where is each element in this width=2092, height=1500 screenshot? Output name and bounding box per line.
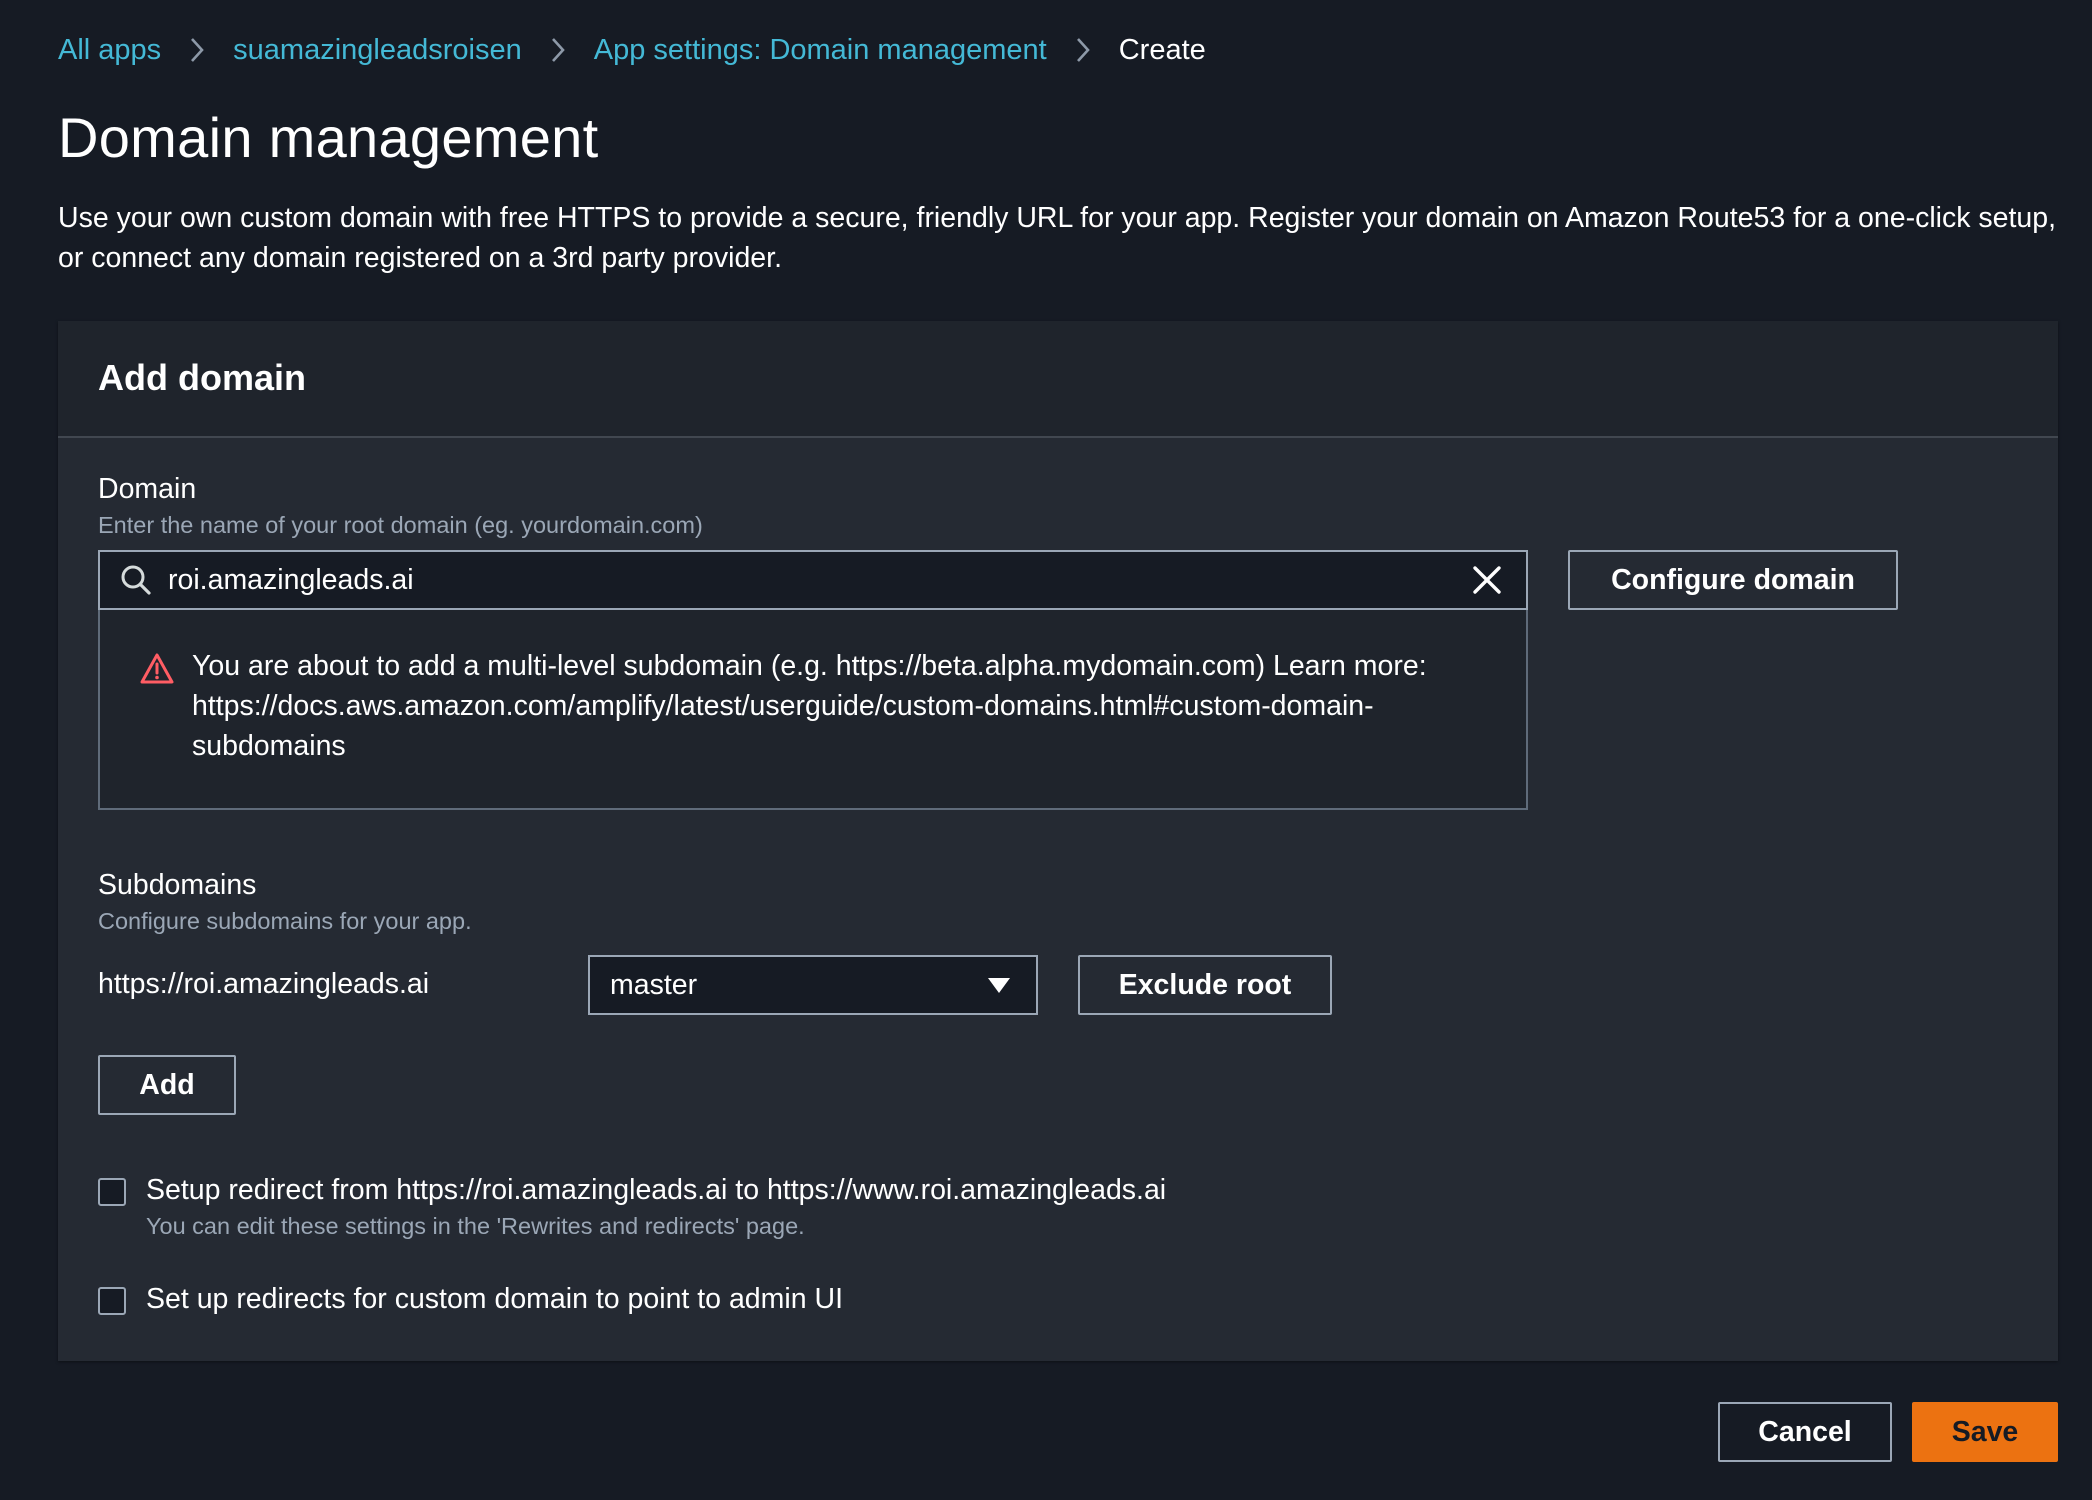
panel-title: Add domain <box>98 357 306 398</box>
subdomain-warning: You are about to add a multi-level subdo… <box>98 610 1528 810</box>
branch-select[interactable]: master <box>588 955 1038 1015</box>
redirect-checkbox[interactable] <box>98 1178 126 1206</box>
close-icon[interactable] <box>1470 563 1504 597</box>
caret-down-icon <box>986 975 1012 995</box>
redirect-label: Setup redirect from https://roi.amazingl… <box>146 1174 1167 1206</box>
breadcrumb-all-apps[interactable]: All apps <box>58 34 161 67</box>
domain-hint: Enter the name of your root domain (eg. … <box>98 512 703 538</box>
page-title: Domain management <box>58 106 599 169</box>
chevron-right-icon <box>522 36 594 64</box>
add-subdomain-button[interactable]: Add <box>98 1055 236 1115</box>
breadcrumb-domain-management[interactable]: App settings: Domain management <box>594 34 1047 67</box>
branch-select-value: master <box>610 968 698 1001</box>
configure-domain-button[interactable]: Configure domain <box>1568 550 1898 610</box>
breadcrumb-app[interactable]: suamazingleadsroisen <box>233 34 522 67</box>
domain-search-field <box>98 550 1528 610</box>
admin-redirect-checkbox[interactable] <box>98 1287 126 1315</box>
subdomain-url: https://roi.amazingleads.ai <box>98 968 430 1000</box>
search-icon <box>118 562 154 598</box>
save-button[interactable]: Save <box>1912 1402 2058 1462</box>
domain-label: Domain <box>98 473 197 505</box>
exclude-root-button[interactable]: Exclude root <box>1078 955 1332 1015</box>
subdomains-hint: Configure subdomains for your app. <box>98 908 472 934</box>
cancel-button[interactable]: Cancel <box>1718 1402 1892 1462</box>
subdomains-label: Subdomains <box>98 869 257 901</box>
page-description: Use your own custom domain with free HTT… <box>58 202 2057 274</box>
admin-redirect-label: Set up redirects for custom domain to po… <box>146 1283 843 1315</box>
breadcrumb-current: Create <box>1118 33 1206 66</box>
breadcrumb: All apps suamazingleadsroisen App settin… <box>58 30 1206 70</box>
domain-input[interactable] <box>154 551 1470 609</box>
panel-header: Add domain <box>58 321 2058 438</box>
redirect-hint: You can edit these settings in the 'Rewr… <box>146 1213 805 1239</box>
chevron-right-icon <box>1047 36 1119 64</box>
add-domain-panel: Add domain Domain Enter the name of your… <box>58 321 2058 1361</box>
chevron-right-icon <box>161 36 233 64</box>
warning-text: You are about to add a multi-level subdo… <box>192 650 1427 762</box>
warning-icon <box>140 652 174 686</box>
